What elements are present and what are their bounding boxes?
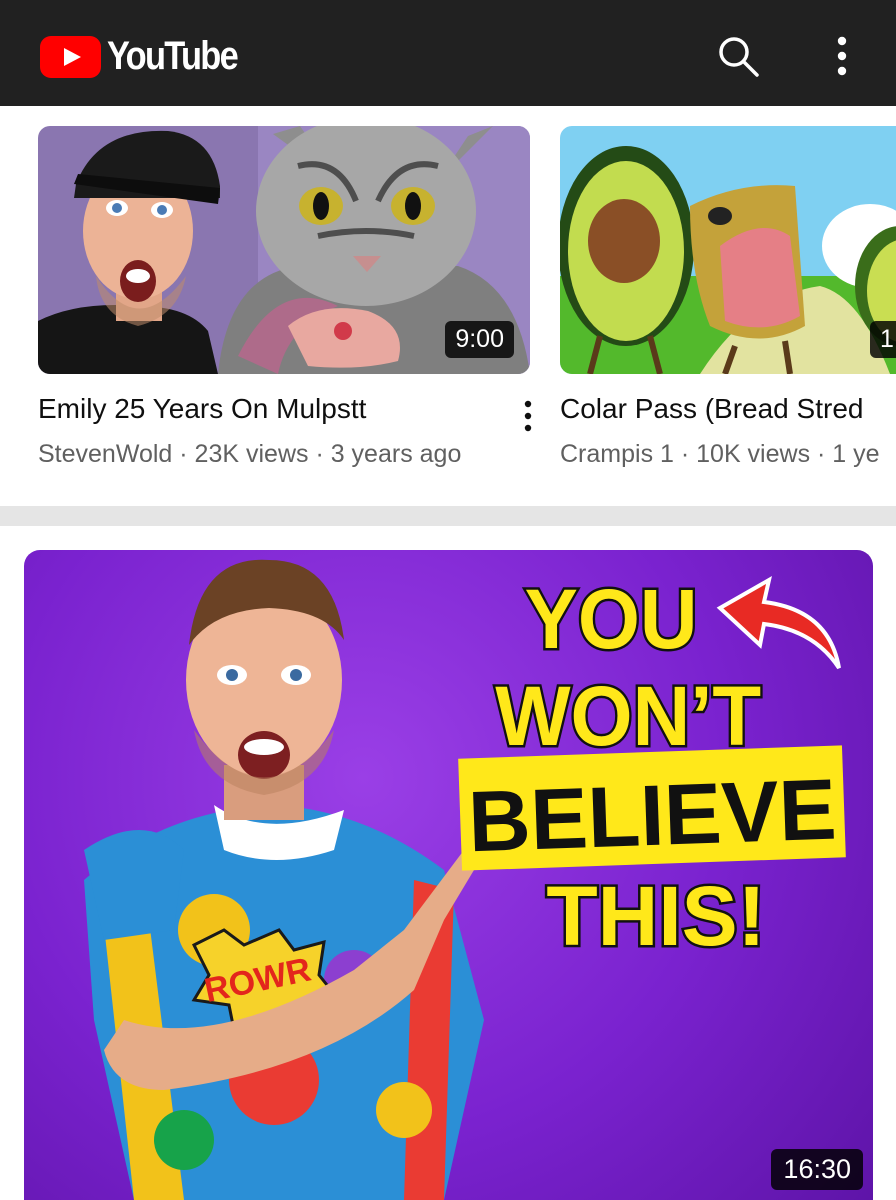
headline-line-4: THIS! (546, 869, 765, 963)
headline-line-1: YOU (525, 573, 698, 666)
more-vert-icon[interactable] (518, 398, 538, 434)
section-divider (0, 506, 896, 526)
top-app-bar: YouTube (0, 0, 896, 106)
video-thumbnail[interactable]: 1: (560, 126, 896, 374)
video-card[interactable]: 9:00 Emily 25 Years On Mulpstt StevenWol… (38, 126, 538, 486)
duration-badge: 1: (870, 321, 896, 358)
video-title[interactable]: Emily 25 Years On Mulpstt (38, 393, 366, 425)
video-title[interactable]: Colar Pass (Bread Stred (560, 393, 863, 425)
duration-badge: 9:00 (445, 321, 514, 358)
search-icon[interactable] (712, 30, 764, 82)
video-shelf: 9:00 Emily 25 Years On Mulpstt StevenWol… (0, 106, 896, 506)
video-thumbnail[interactable]: 9:00 (38, 126, 530, 374)
play-logo-icon (40, 35, 101, 78)
thumbnail-image-avocado (560, 126, 896, 374)
video-meta: Crampis 1 · 10K views · 1 ye (560, 440, 880, 468)
thumbnail-image-man-pointing: ROWR YOU WON’T BELIEVE THIS! (84, 559, 846, 1200)
logo-wordmark: YouTube (107, 34, 239, 78)
headline-line-3: BELIEVE (467, 762, 838, 871)
video-meta: StevenWold · 23K views · 3 years ago (38, 440, 462, 468)
video-card[interactable]: 1: Colar Pass (Bread Stred Crampis 1 · 1… (560, 126, 896, 486)
youtube-logo[interactable]: YouTube (40, 34, 258, 79)
headline-line-2: WON’T (495, 670, 761, 763)
featured-video-thumbnail[interactable]: ROWR YOU WON’T BELIEVE THIS! 16:30 (24, 550, 873, 1200)
duration-badge: 16:30 (771, 1149, 863, 1190)
more-vert-icon[interactable] (818, 30, 866, 82)
